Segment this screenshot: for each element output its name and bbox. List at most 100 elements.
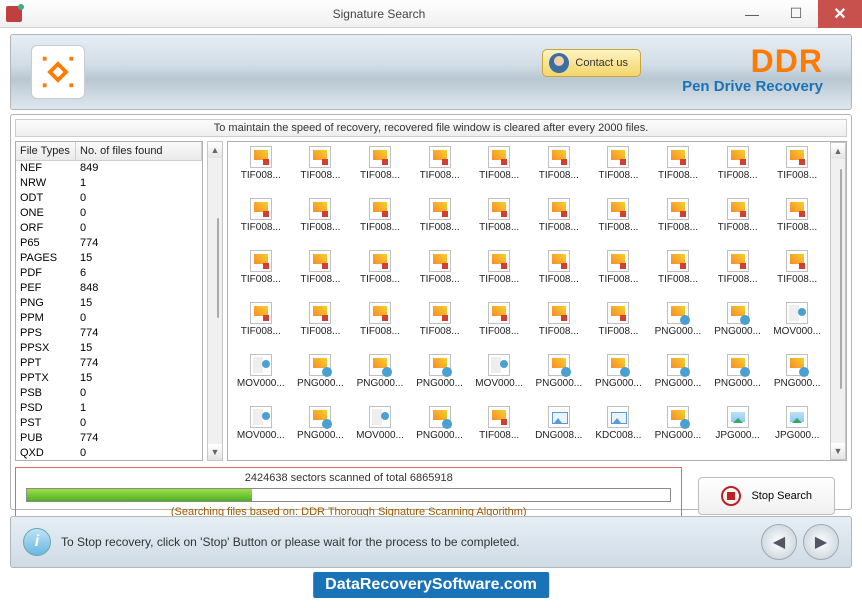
- close-button[interactable]: ✕: [818, 0, 862, 28]
- table-row[interactable]: PST0: [16, 416, 202, 431]
- thumbs-scrollbar[interactable]: ▲ ▼: [830, 142, 846, 460]
- file-thumbnail[interactable]: TIF008...: [768, 250, 826, 300]
- file-thumbnail[interactable]: PNG000...: [292, 354, 350, 404]
- minimize-button[interactable]: —: [730, 0, 774, 28]
- file-thumbnail[interactable]: TIF008...: [351, 146, 409, 196]
- file-thumbnail[interactable]: TIF008...: [470, 250, 528, 300]
- file-thumbnail[interactable]: TIF008...: [530, 302, 588, 352]
- file-thumbnail[interactable]: PNG000...: [530, 354, 588, 404]
- file-thumbnail[interactable]: TIF008...: [470, 146, 528, 196]
- contact-us-button[interactable]: Contact us: [542, 49, 641, 77]
- table-row[interactable]: PPSX15: [16, 341, 202, 356]
- file-thumbnail[interactable]: PNG000...: [649, 354, 707, 404]
- file-thumbnail[interactable]: PNG000...: [768, 354, 826, 404]
- file-thumbnail[interactable]: TIF008...: [649, 198, 707, 248]
- file-thumbnail[interactable]: TIF008...: [292, 146, 350, 196]
- file-thumbnail[interactable]: TIF008...: [292, 250, 350, 300]
- file-types-scrollbar[interactable]: ▲ ▼: [207, 141, 223, 461]
- file-thumbnail[interactable]: TIF008...: [470, 198, 528, 248]
- file-thumbnail[interactable]: PNG000...: [292, 406, 350, 456]
- nav-forward-button[interactable]: ▶: [803, 524, 839, 560]
- scroll-down-icon[interactable]: ▼: [208, 444, 222, 460]
- table-row[interactable]: PSB0: [16, 386, 202, 401]
- file-thumbnail[interactable]: TIF008...: [530, 250, 588, 300]
- file-thumbnail[interactable]: JPG000...: [768, 406, 826, 456]
- file-thumbnail[interactable]: TIF008...: [649, 146, 707, 196]
- table-row[interactable]: ODT0: [16, 191, 202, 206]
- table-row[interactable]: PUB774: [16, 431, 202, 446]
- file-thumbnail[interactable]: TIF008...: [232, 302, 290, 352]
- file-thumbnail[interactable]: TIF008...: [530, 198, 588, 248]
- file-thumbnail[interactable]: TIF008...: [709, 146, 767, 196]
- file-thumbnail[interactable]: DNG008...: [530, 406, 588, 456]
- file-thumbnail[interactable]: TIF008...: [649, 250, 707, 300]
- table-row[interactable]: ONE0: [16, 206, 202, 221]
- file-thumbnail[interactable]: TIF008...: [411, 146, 469, 196]
- file-thumbnail[interactable]: TIF008...: [709, 198, 767, 248]
- file-types-body[interactable]: NEF849NRW1ODT0ONE0ORF0P65774PAGES15PDF6P…: [16, 161, 202, 460]
- file-thumbnail[interactable]: TIF008...: [292, 198, 350, 248]
- table-row[interactable]: QXD0: [16, 446, 202, 460]
- file-thumbnail[interactable]: TIF008...: [411, 250, 469, 300]
- file-thumbnail[interactable]: PNG000...: [351, 354, 409, 404]
- thumbnail-label: PNG000...: [416, 378, 463, 389]
- file-thumbnail[interactable]: TIF008...: [232, 198, 290, 248]
- table-row[interactable]: PEF848: [16, 281, 202, 296]
- table-row[interactable]: PDF6: [16, 266, 202, 281]
- file-thumbnail[interactable]: TIF008...: [768, 146, 826, 196]
- table-row[interactable]: PSD1: [16, 401, 202, 416]
- file-thumbnail[interactable]: TIF008...: [709, 250, 767, 300]
- stop-search-button[interactable]: Stop Search: [698, 477, 835, 515]
- table-row[interactable]: PPT774: [16, 356, 202, 371]
- table-row[interactable]: P65774: [16, 236, 202, 251]
- file-thumbnail[interactable]: TIF008...: [590, 146, 648, 196]
- file-thumbnail[interactable]: TIF008...: [351, 302, 409, 352]
- file-thumbnail[interactable]: PNG000...: [590, 354, 648, 404]
- col-file-types[interactable]: File Types: [16, 142, 76, 160]
- thumbnail-grid[interactable]: TIF008...TIF008...TIF008...TIF008...TIF0…: [228, 142, 830, 460]
- file-thumbnail[interactable]: JPG000...: [709, 406, 767, 456]
- file-thumbnail[interactable]: TIF008...: [768, 198, 826, 248]
- col-files-found[interactable]: No. of files found: [76, 142, 202, 160]
- file-thumbnail[interactable]: PNG000...: [649, 302, 707, 352]
- scroll-thumb[interactable]: [840, 169, 842, 389]
- table-row[interactable]: PNG15: [16, 296, 202, 311]
- file-thumbnail[interactable]: MOV000...: [768, 302, 826, 352]
- table-row[interactable]: PAGES15: [16, 251, 202, 266]
- file-thumbnail[interactable]: TIF008...: [590, 198, 648, 248]
- file-thumbnail[interactable]: KDC008...: [590, 406, 648, 456]
- table-row[interactable]: PPS774: [16, 326, 202, 341]
- file-thumbnail[interactable]: MOV000...: [232, 406, 290, 456]
- file-thumbnail[interactable]: MOV000...: [470, 354, 528, 404]
- maximize-button[interactable]: ☐: [774, 0, 818, 28]
- file-thumbnail[interactable]: PNG000...: [709, 302, 767, 352]
- file-thumbnail[interactable]: MOV000...: [232, 354, 290, 404]
- table-row[interactable]: PPM0: [16, 311, 202, 326]
- file-thumbnail[interactable]: TIF008...: [590, 302, 648, 352]
- file-thumbnail[interactable]: PNG000...: [411, 406, 469, 456]
- scroll-thumb[interactable]: [217, 218, 219, 318]
- nav-back-button[interactable]: ◀: [761, 524, 797, 560]
- file-thumbnail[interactable]: TIF008...: [351, 198, 409, 248]
- table-row[interactable]: NRW1: [16, 176, 202, 191]
- file-thumbnail[interactable]: PNG000...: [709, 354, 767, 404]
- file-thumbnail[interactable]: TIF008...: [351, 250, 409, 300]
- file-thumbnail[interactable]: TIF008...: [470, 302, 528, 352]
- file-thumbnail[interactable]: TIF008...: [411, 198, 469, 248]
- table-row[interactable]: PPTX15: [16, 371, 202, 386]
- table-row[interactable]: ORF0: [16, 221, 202, 236]
- file-thumbnail[interactable]: TIF008...: [232, 146, 290, 196]
- file-thumbnail[interactable]: TIF008...: [590, 250, 648, 300]
- file-thumbnail[interactable]: PNG000...: [649, 406, 707, 456]
- scroll-down-icon[interactable]: ▼: [831, 443, 845, 459]
- file-thumbnail[interactable]: TIF008...: [232, 250, 290, 300]
- scroll-up-icon[interactable]: ▲: [831, 143, 845, 159]
- scroll-up-icon[interactable]: ▲: [208, 142, 222, 158]
- file-thumbnail[interactable]: TIF008...: [292, 302, 350, 352]
- file-thumbnail[interactable]: TIF008...: [411, 302, 469, 352]
- file-thumbnail[interactable]: TIF008...: [530, 146, 588, 196]
- file-thumbnail[interactable]: MOV000...: [351, 406, 409, 456]
- table-row[interactable]: NEF849: [16, 161, 202, 176]
- file-thumbnail[interactable]: TIF008...: [470, 406, 528, 456]
- file-thumbnail[interactable]: PNG000...: [411, 354, 469, 404]
